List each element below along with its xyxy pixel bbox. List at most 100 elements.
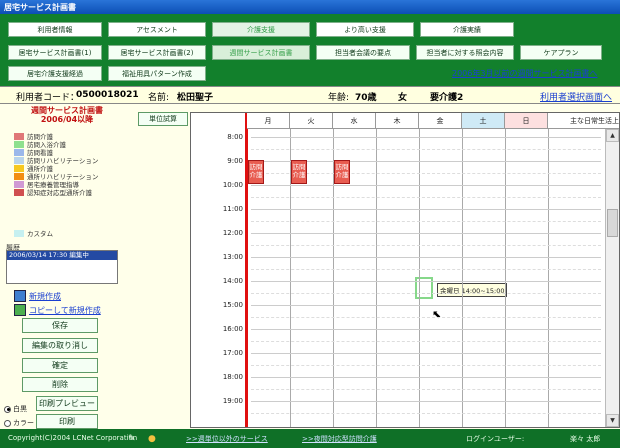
hour-line [251,257,601,258]
nav-weekly-plan-button[interactable]: 週間サービス計画書 [212,45,310,60]
scroll-thumb[interactable] [607,209,618,237]
time-label: 19:00 [222,397,243,405]
confirm-button[interactable]: 確定 [22,358,98,373]
nav-welfare-pattern-button[interactable]: 福祉用具パターン作成 [108,66,206,81]
day-header: 水 [333,113,376,129]
delete-button[interactable]: 削除 [22,377,98,392]
time-label: 9:00 [227,157,243,165]
nav-care-record-button[interactable]: 介護実績 [420,22,514,37]
time-label: 15:00 [222,301,243,309]
nav-higher-support-button[interactable]: より高い支援 [316,22,414,37]
globe-icon: ● [148,434,156,444]
user-code-label: 利用者コード： [16,93,80,103]
cancel-edit-button[interactable]: 編集の取り消し [22,338,98,353]
time-label: 14:00 [222,277,243,285]
gender-value: 女 [398,93,408,103]
nav-user-info-button[interactable]: 利用者情報 [8,22,102,37]
hour-line [251,377,601,378]
legend-item: 認知症対応型通所介護 [14,188,98,197]
legend-swatch [14,180,24,188]
half-hour-line [251,293,601,294]
history-item[interactable]: 2006/03/14 17:30 編集中 [7,251,117,260]
nav-plan2-button[interactable]: 居宅サービス計画書(2) [108,45,206,60]
vertical-scrollbar[interactable]: ▲ ▼ [605,129,619,427]
name-label: 名前: [148,93,170,103]
copyright-text: Copyright(C)2004 LCNet Corporation [8,434,138,442]
new-create-label: 新規作成 [29,291,61,301]
print-button[interactable]: 印刷 [36,414,98,429]
day-header: 火 [290,113,333,129]
hour-line [251,281,601,282]
hour-line [251,209,601,210]
day-header: 日 [505,113,548,129]
schedule-event[interactable]: 訪問介護 [291,160,307,184]
time-label: 16:00 [222,325,243,333]
nav-inquiry-button[interactable]: 担当者に対する照会内容 [416,45,514,60]
tools-icon: ✎ [128,434,136,444]
user-info-bar: 利用者コード： 0500018021 名前: 松田聖子 年齢: 70歳 女 要介… [0,86,620,104]
login-user: 楽々 太郎 [570,435,601,443]
hour-line [251,233,601,234]
radio-mono-label: 白黒 [13,405,27,413]
plan-title-text: 週間サービス計画書 [31,106,103,115]
half-hour-line [251,269,601,270]
weekly-schedule-grid[interactable]: ▲ ▼ 金曜日 14:00~15:00 ⬉ 月火水木金土日主な日常生活上の活動 8… [190,112,620,428]
day-header: 月 [247,113,290,129]
nav-meeting-points-button[interactable]: 担当者会議の要点 [316,45,410,60]
time-label: 10:00 [222,181,243,189]
time-label: 17:00 [222,349,243,357]
new-document-icon [14,290,26,302]
history-list[interactable]: 2006/03/14 17:30 編集中 [6,250,118,284]
nav-plan1-button[interactable]: 居宅サービス計画書(1) [8,45,102,60]
print-preview-button[interactable]: 印刷プレビュー [36,396,98,411]
unit-calc-button[interactable]: 単位試算 [138,112,188,126]
login-label: ログインユーザー: [466,435,525,443]
half-hour-line [251,365,601,366]
age-label: 年齢: [328,93,350,103]
hour-line [251,329,601,330]
nav-careplan-button[interactable]: ケアプラン [520,45,602,60]
radio-color[interactable]: カラー [4,418,34,428]
non-weekly-services-link[interactable]: >>週単位以外のサービス [186,434,268,444]
slot-tooltip: 金曜日 14:00~15:00 [437,283,508,297]
schedule-event[interactable]: 訪問介護 [334,160,350,184]
legend-swatch [14,172,24,180]
name-value: 松田聖子 [177,93,214,103]
night-visit-link[interactable]: >>夜間対応型訪問介護 [302,434,377,444]
day-header: 金 [419,113,462,129]
nav-care-support-button[interactable]: 介護支援 [212,22,310,37]
time-label: 8:00 [227,133,243,141]
time-label: 18:00 [222,373,243,381]
old-weekly-plan-link[interactable]: 2006年3月以前の週間サービス計画書へ [452,68,597,79]
scroll-down-icon[interactable]: ▼ [606,414,619,427]
hour-line [251,401,601,402]
copy-document-icon [14,304,26,316]
half-hour-line [251,149,601,150]
hour-line [251,185,601,186]
time-label: 12:00 [222,229,243,237]
activity-header: 主な日常生活上の活動 [548,113,619,129]
hour-line [251,305,601,306]
service-legend: 訪問介護 訪問入浴介護 訪問看護 訪問リハビリテーション 通所介護 通所リハビリテーション… [14,132,98,197]
user-select-link[interactable]: 利用者選択画面へ [540,90,612,103]
legend-swatch [14,132,24,140]
day-header: 木 [376,113,419,129]
nav-assessment-button[interactable]: アセスメント [108,22,206,37]
radio-color-label: カラー [13,419,34,427]
save-button[interactable]: 保存 [22,318,98,333]
half-hour-line [251,245,601,246]
day-header: 土 [462,113,505,129]
schedule-event[interactable]: 訪問介護 [248,160,264,184]
schedule-area: 単位試算 ▲ ▼ 金曜日 14:00~15:00 ⬉ 月火水木金土日主な日常生活… [134,104,620,429]
radio-color-dot [4,419,11,427]
radio-mono[interactable]: 白黒 [4,404,27,414]
hour-line [251,137,601,138]
legend-swatch [14,140,24,148]
time-label: 13:00 [222,253,243,261]
new-create-link[interactable]: 新規作成 [14,290,61,302]
scroll-up-icon[interactable]: ▲ [606,129,619,142]
copy-create-label: コピーして新規作成 [29,305,101,315]
nav-support-progress-button[interactable]: 居宅介護支援経過 [8,66,102,81]
care-level-value: 要介護2 [430,93,464,103]
copy-create-link[interactable]: コピーして新規作成 [14,304,101,316]
